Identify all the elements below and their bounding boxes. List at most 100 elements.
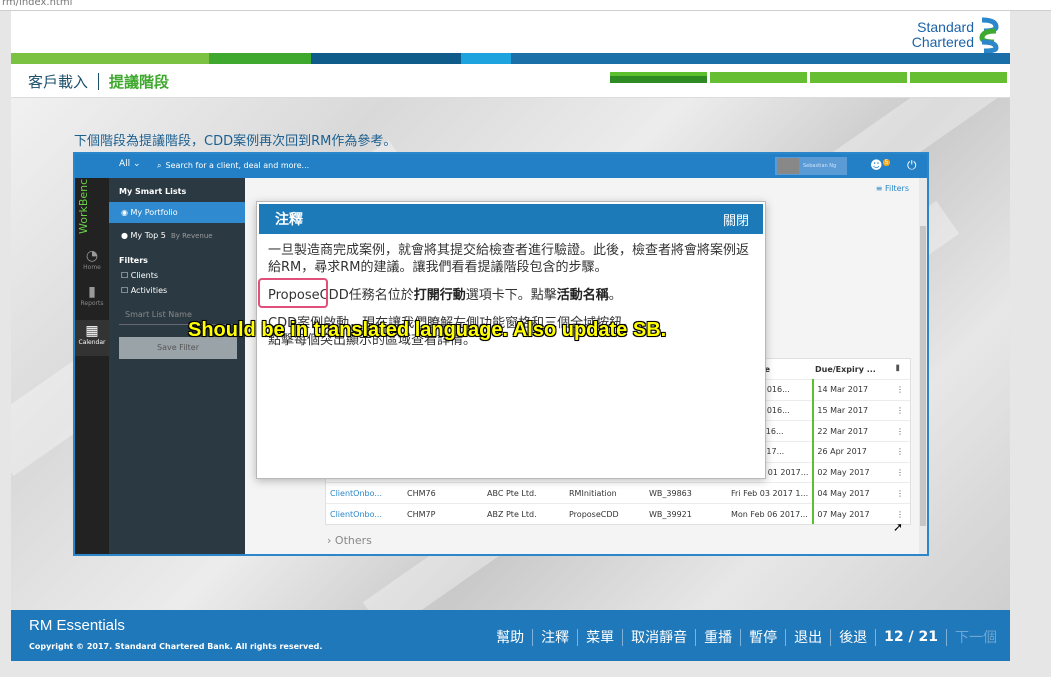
row-menu-icon[interactable]: ⋮ bbox=[892, 461, 910, 483]
table-cell: ABC Pte Ltd. bbox=[483, 482, 565, 504]
activities-checkbox[interactable]: ☐ Activities bbox=[109, 280, 245, 295]
my-portfolio-option[interactable]: ◉ My Portfolio bbox=[109, 202, 245, 223]
filters-title: Filters bbox=[119, 256, 148, 265]
progress-segment bbox=[910, 72, 1007, 83]
filters-button[interactable]: ≡ Filters bbox=[876, 184, 909, 193]
progress-segment bbox=[810, 72, 907, 83]
table-cell: 22 Mar 2017 bbox=[812, 420, 892, 442]
app-topbar: All ⌄ ⌕ Search for a client, deal and mor… bbox=[75, 154, 927, 178]
table-cell: WB_39921 bbox=[645, 503, 727, 525]
table-cell: RMInitiation bbox=[565, 482, 645, 504]
search-placeholder: Search for a client, deal and more... bbox=[165, 161, 310, 170]
calendar-icon: ▦ bbox=[85, 323, 99, 339]
replay-button[interactable]: 重播 bbox=[696, 627, 740, 647]
brand-line1: Standard bbox=[917, 19, 974, 35]
brand-logo: Standard Chartered bbox=[912, 17, 1000, 53]
progress-segment bbox=[710, 72, 807, 83]
footer-nav: 幫助 注釋 菜單 取消靜音 重播 暫停 退出 後退 12 / 21 下一個 bbox=[488, 627, 1005, 647]
dialog-paragraph: 一旦製造商完成案例，就會將其提交給檢查者進行驗證。此後，檢查者將會將案例返給RM… bbox=[268, 243, 750, 275]
mouse-cursor-icon: ➚ bbox=[893, 520, 904, 534]
user-profile[interactable]: Sebastian Ng bbox=[775, 157, 847, 175]
notif-badge: 5 bbox=[882, 159, 891, 166]
breadcrumb-current: 提議階段 bbox=[109, 73, 170, 91]
filters-label: Filters bbox=[885, 184, 909, 193]
all-dropdown[interactable]: All ⌄ bbox=[119, 159, 141, 169]
breadcrumb-section: 客戶載入 bbox=[28, 73, 89, 91]
rail-home-label: Home bbox=[83, 264, 101, 271]
help-button[interactable]: 幫助 bbox=[488, 627, 532, 647]
table-cell: ProposeCDD bbox=[565, 503, 645, 525]
table-cell: 15 Mar 2017 bbox=[812, 399, 892, 421]
exit-button[interactable]: 退出 bbox=[786, 627, 830, 647]
table-row[interactable]: ClientOnbo... CHM7P ABZ Pte Ltd. ProposeCDD… bbox=[326, 503, 910, 525]
search-icon: ⌕ bbox=[157, 161, 162, 170]
sc-swirl-icon bbox=[979, 17, 999, 53]
my-top5-option[interactable]: ● My Top 5 By Revenue bbox=[109, 223, 245, 240]
breadcrumb: 客戶載入 提議階段 bbox=[28, 71, 169, 92]
clients-checkbox[interactable]: ☐ Clients bbox=[109, 265, 245, 280]
row-menu-icon[interactable]: ⋮ bbox=[892, 420, 910, 442]
p2-text: 。 bbox=[608, 288, 622, 303]
dialog-title: 注釋 bbox=[275, 212, 303, 228]
scrollbar-thumb[interactable] bbox=[920, 226, 926, 526]
highlight-box bbox=[258, 278, 328, 308]
row-menu-icon[interactable]: ⋮ bbox=[892, 482, 910, 504]
brand-stripe-green bbox=[11, 53, 209, 64]
rail-calendar[interactable]: ▦ Calendar bbox=[75, 320, 109, 356]
unmute-button[interactable]: 取消靜音 bbox=[623, 627, 695, 647]
brand-stripe-cyan bbox=[461, 53, 511, 64]
table-cell: 04 May 2017 bbox=[812, 482, 892, 504]
brand-stripe-blue bbox=[511, 53, 1010, 64]
notifications-icon[interactable]: ☻ 5 bbox=[870, 158, 891, 172]
p2-text: 選項卡下。點擊 bbox=[465, 288, 557, 303]
rail-reports-label: Reports bbox=[80, 300, 104, 307]
dialog-header: 注釋 關閉 bbox=[259, 204, 763, 234]
menu-button[interactable]: 菜單 bbox=[578, 627, 622, 647]
progress-segments bbox=[610, 72, 1007, 83]
chevron-down-icon: ⌄ bbox=[133, 159, 141, 169]
table-cell: Mon Feb 06 2017... bbox=[727, 503, 814, 525]
my-top5-label: My Top 5 bbox=[130, 231, 166, 240]
my-portfolio-label: My Portfolio bbox=[130, 208, 178, 217]
row-menu-icon[interactable]: ⋮ bbox=[892, 379, 910, 401]
smart-lists-title: My Smart Lists bbox=[119, 187, 187, 196]
footer-bar: RM Essentials Copyright © 2017. Standard… bbox=[11, 610, 1010, 661]
page-indicator: 12 / 21 bbox=[884, 629, 938, 645]
user-name: Sebastian Ng bbox=[803, 163, 837, 169]
power-icon[interactable]: ⏻ bbox=[907, 158, 917, 173]
row-menu-icon[interactable]: ⋮ bbox=[892, 399, 910, 421]
col-header[interactable]: Due/Expiry ... bbox=[811, 359, 892, 379]
global-search[interactable]: ⌕ Search for a client, deal and more... bbox=[157, 154, 317, 178]
table-cell: CHM76 bbox=[403, 482, 483, 504]
table-cell: Fri Feb 03 2017 1... bbox=[727, 482, 814, 504]
brand-line2: Chartered bbox=[911, 34, 974, 50]
pause-button[interactable]: 暫停 bbox=[741, 627, 785, 647]
rail-reports[interactable]: ▮ Reports bbox=[75, 284, 109, 307]
table-row[interactable]: ClientOnbo... CHM76 ABC Pte Ltd. RMInitiati… bbox=[326, 482, 910, 504]
others-section[interactable]: › Others bbox=[327, 534, 372, 547]
dialog-paragraph: ProposeCDD任務名位於打開行動選項卡下。點擊活動名稱。 bbox=[268, 287, 754, 304]
gauge-icon: ◔ bbox=[85, 248, 99, 264]
breadcrumb-divider bbox=[98, 73, 100, 90]
chevron-right-icon: › bbox=[327, 534, 332, 547]
workbench-logo: WorkBench bbox=[77, 171, 90, 234]
columns-icon[interactable]: ⦀ bbox=[892, 359, 910, 379]
clients-label: Clients bbox=[130, 271, 159, 280]
close-button[interactable]: 關閉 bbox=[723, 210, 749, 229]
bar-chart-icon: ▮ bbox=[88, 284, 96, 300]
table-cell[interactable]: ClientOnbo... bbox=[326, 482, 403, 504]
scrollbar[interactable] bbox=[919, 178, 927, 554]
row-menu-icon[interactable]: ⋮ bbox=[892, 441, 910, 463]
brand-stripe-navy bbox=[311, 53, 461, 64]
notes-button[interactable]: 注釋 bbox=[533, 627, 577, 647]
smart-lists-panel: My Smart Lists ◉ My Portfolio ● My Top 5… bbox=[109, 178, 245, 554]
table-cell[interactable]: ClientOnbo... bbox=[326, 503, 403, 525]
back-button[interactable]: 後退 bbox=[831, 627, 875, 647]
rail-home[interactable]: ◔ Home bbox=[75, 248, 109, 271]
my-top5-sub: By Revenue bbox=[170, 232, 213, 240]
course-title: RM Essentials bbox=[29, 617, 125, 634]
table-cell: 14 Mar 2017 bbox=[812, 379, 892, 401]
address-bar[interactable]: rm/index.html bbox=[0, 0, 1051, 11]
table-cell: CHM7P bbox=[403, 503, 483, 525]
next-button[interactable]: 下一個 bbox=[947, 627, 1005, 647]
